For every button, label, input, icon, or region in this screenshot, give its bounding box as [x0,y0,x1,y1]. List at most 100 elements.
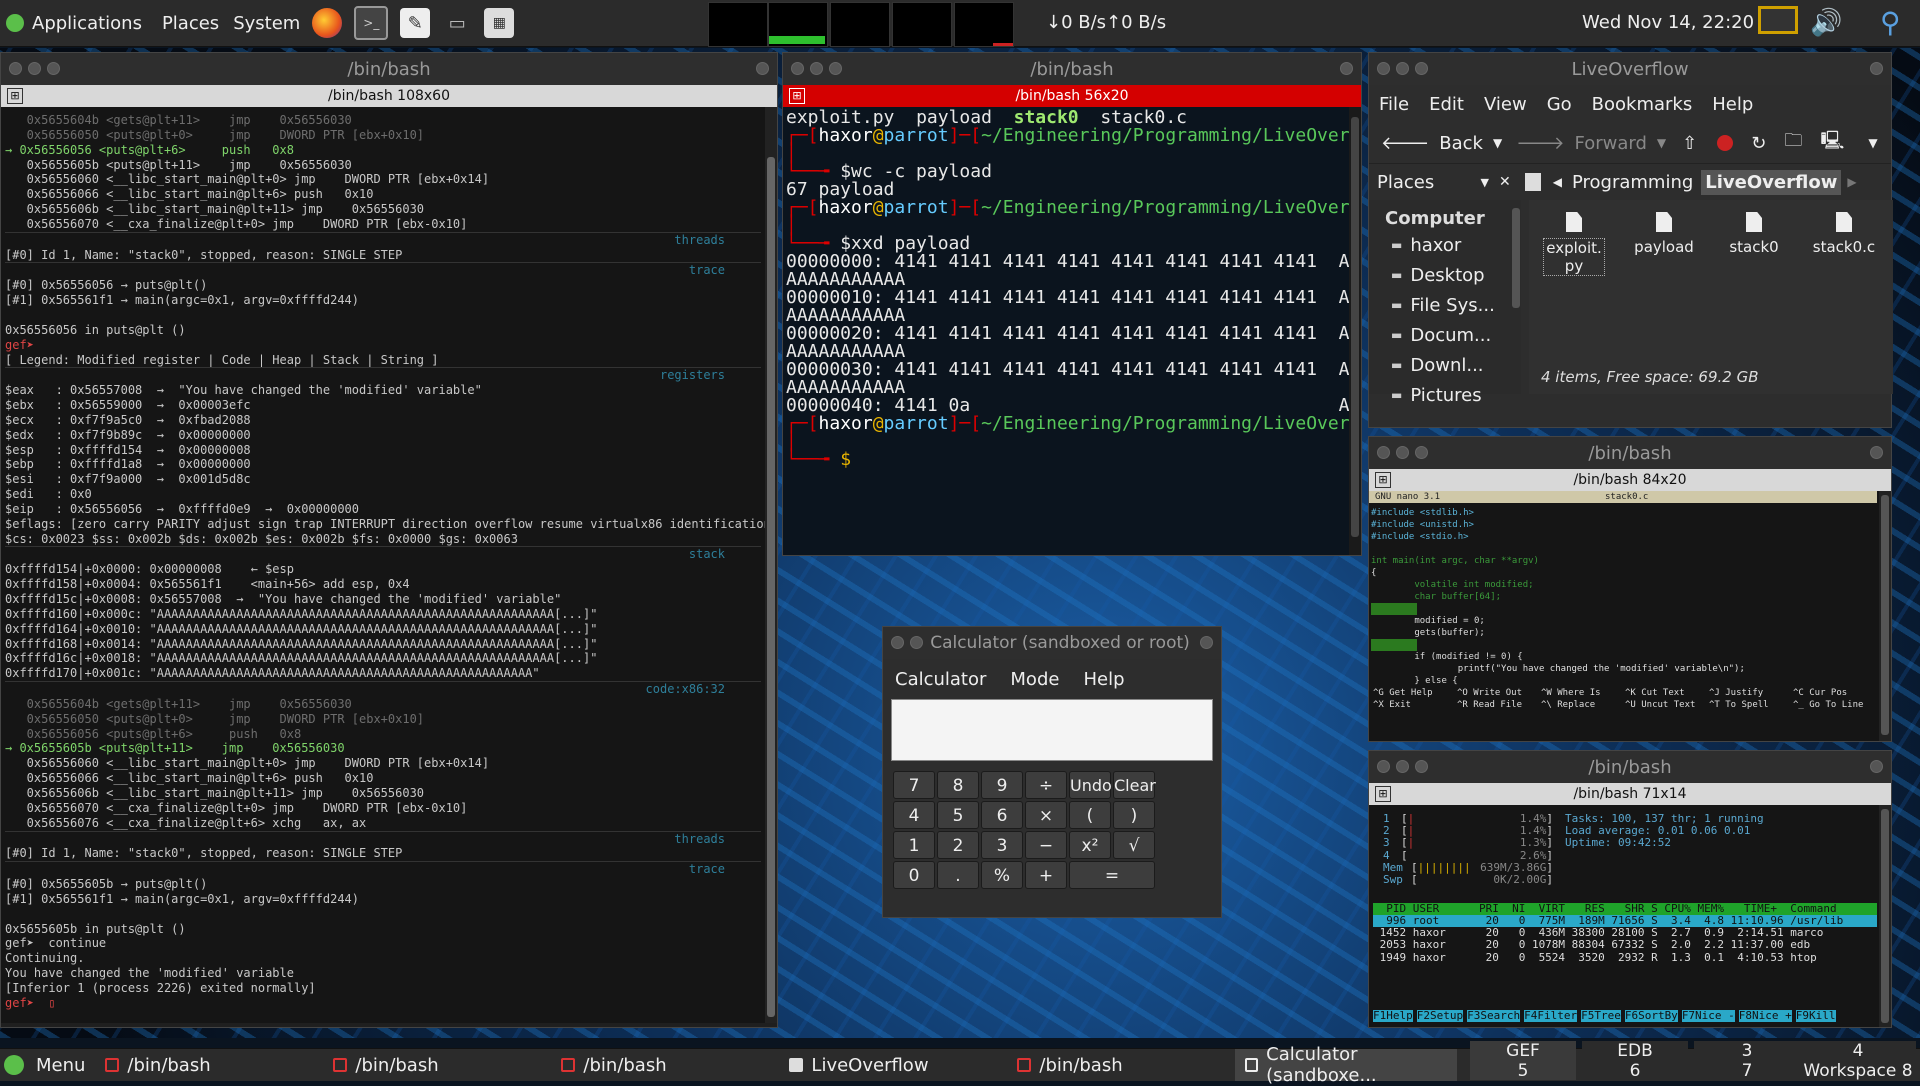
back-button[interactable]: Back [1439,133,1483,154]
breadcrumb-programming[interactable]: Programming [1572,172,1693,193]
scrollbar[interactable] [765,107,777,1023]
function-key[interactable]: F5Tree [1581,1009,1621,1023]
sidebar-item[interactable]: ▬ Downl... [1369,350,1521,380]
menu-go[interactable]: Go [1547,94,1572,115]
maximize-dot[interactable] [1415,760,1428,773]
workspace-preview-1[interactable] [708,2,768,47]
scrollbar[interactable] [1349,107,1361,555]
close-icon[interactable] [1340,62,1353,75]
sidebar-item[interactable]: ▬ Desktop [1369,260,1521,290]
function-key[interactable]: F4Filter [1524,1009,1578,1023]
calc-key[interactable]: 4 [893,801,935,829]
sidebar-item[interactable]: ▬ Docum... [1369,320,1521,350]
file-item[interactable]: stack0.c [1799,212,1889,394]
taskbar-item[interactable]: Calculator (sandboxe... [1235,1044,1458,1086]
workspace-button[interactable]: 37 [1694,1041,1800,1081]
calc-key[interactable]: 9 [981,771,1023,799]
function-key[interactable]: F2Setup [1416,1009,1464,1023]
calc-key[interactable]: 7 [893,771,935,799]
shortcut-item[interactable]: ^J Justify [1709,687,1793,699]
calc-key[interactable]: % [981,861,1023,889]
workspace-button[interactable]: EDB 6 [1582,1041,1688,1081]
title-bar[interactable]: /bin/bash [783,53,1361,85]
close-dot[interactable] [9,62,22,75]
taskbar-item[interactable]: /bin/bash [551,1049,779,1081]
menu-system[interactable]: System [233,13,300,34]
window-icon[interactable]: ▭ [442,8,472,38]
function-key[interactable]: F6SortBy [1624,1009,1678,1023]
close-icon[interactable] [1870,62,1883,75]
computer-icon[interactable]: 🖳 [1820,128,1844,158]
close-dot[interactable] [791,62,804,75]
menu-button[interactable]: Menu [0,1049,95,1081]
shortcut-item[interactable]: ^\ Replace [1541,699,1625,711]
scrollbar[interactable] [1879,805,1891,1027]
shortcut-item[interactable]: ^X Exit [1373,699,1457,711]
shortcut-item[interactable]: ^_ Go To Line [1793,699,1877,711]
tab-menu-icon[interactable]: ⊞ [789,88,805,104]
minimize-dot[interactable] [28,62,41,75]
path-right-icon[interactable]: ▶ [1847,175,1856,189]
calc-key[interactable]: . [937,861,979,889]
minimize-dot[interactable] [1396,760,1409,773]
workspace-button[interactable]: GEF 5 [1470,1041,1576,1081]
menu-help[interactable]: Help [1083,669,1124,690]
clock[interactable]: Wed Nov 14, 22:20 [1582,12,1754,33]
back-arrow-icon[interactable]: 🡐 [1381,133,1429,154]
close-icon[interactable] [1200,636,1213,649]
calc-key[interactable]: − [1025,831,1067,859]
calc-key[interactable]: + [1025,861,1067,889]
firefox-icon[interactable] [312,8,343,38]
gdb-output[interactable]: 0x5655604b <gets@plt+11> jmp 0x56556030 … [1,107,777,1023]
reload-icon[interactable]: ↻ [1751,133,1766,154]
tab-menu-icon[interactable]: ⊞ [1375,786,1391,802]
calc-key[interactable]: √ [1113,831,1155,859]
title-bar[interactable]: /bin/bash [1369,751,1891,783]
close-dot[interactable] [1377,760,1390,773]
minimize-dot[interactable] [1396,62,1409,75]
workspace-preview-3[interactable] [830,2,890,47]
title-bar[interactable]: LiveOverflow [1369,53,1891,85]
stop-icon[interactable] [1717,135,1734,151]
shortcut-item[interactable]: ^C Cur Pos [1793,687,1877,699]
sidebar-item[interactable]: ▬ haxor [1369,230,1521,260]
places-dropdown[interactable]: Places ▼ [1377,172,1489,193]
workspace-button[interactable]: 4 Workspace 8 [1800,1041,1916,1081]
shortcut-item[interactable]: ^U Uncut Text [1625,699,1709,711]
calc-key[interactable]: 8 [937,771,979,799]
minimize-dot[interactable] [1396,446,1409,459]
process-row[interactable]: 2053 haxor 20 0 1078M 88304 67332 S 2.0 … [1373,939,1877,951]
function-key[interactable]: F7Nice - [1681,1009,1735,1023]
up-arrow-icon[interactable]: ⇧ [1682,133,1697,154]
taskbar-item[interactable]: /bin/bash [323,1049,551,1081]
shortcut-item[interactable]: ^W Where Is [1541,687,1625,699]
title-bar[interactable]: Calculator (sandboxed or root) [883,627,1221,659]
calc-key[interactable]: ) [1113,801,1155,829]
scrollbar[interactable] [1879,491,1891,741]
path-left-icon[interactable]: ◀ [1553,175,1562,189]
calc-key[interactable]: 5 [937,801,979,829]
calc-key[interactable]: ÷ [1025,771,1067,799]
maximize-dot[interactable] [829,62,842,75]
menu-calculator[interactable]: Calculator [895,669,986,690]
calc-key[interactable]: Undo [1069,771,1112,799]
tab-menu-icon[interactable]: ⊞ [1375,472,1391,488]
maximize-dot[interactable] [1415,446,1428,459]
calc-key[interactable]: Clear [1113,771,1156,799]
close-icon[interactable] [1870,446,1883,459]
close-icon[interactable] [756,62,769,75]
sidebar-item[interactable]: ▬ File Sys... [1369,290,1521,320]
volume-icon[interactable]: 🔊 [1810,8,1842,38]
title-bar[interactable]: /bin/bash [1,53,777,85]
maximize-dot[interactable] [1415,62,1428,75]
menu-view[interactable]: View [1484,94,1527,115]
shortcut-item[interactable]: ^T To Spell [1709,699,1793,711]
taskbar-item[interactable]: LiveOverflow [779,1049,1007,1081]
shortcut-item[interactable]: ^G Get Help [1373,687,1457,699]
calc-key[interactable]: x² [1069,831,1111,859]
process-row[interactable]: 1949 haxor 20 0 5524 3520 2932 R 1.3 0.1… [1373,951,1877,964]
minimize-dot[interactable] [810,62,823,75]
tab-menu-icon[interactable]: ⊞ [7,88,23,104]
title-bar[interactable]: /bin/bash [1369,437,1891,469]
workspace-preview-5[interactable] [954,2,1014,47]
